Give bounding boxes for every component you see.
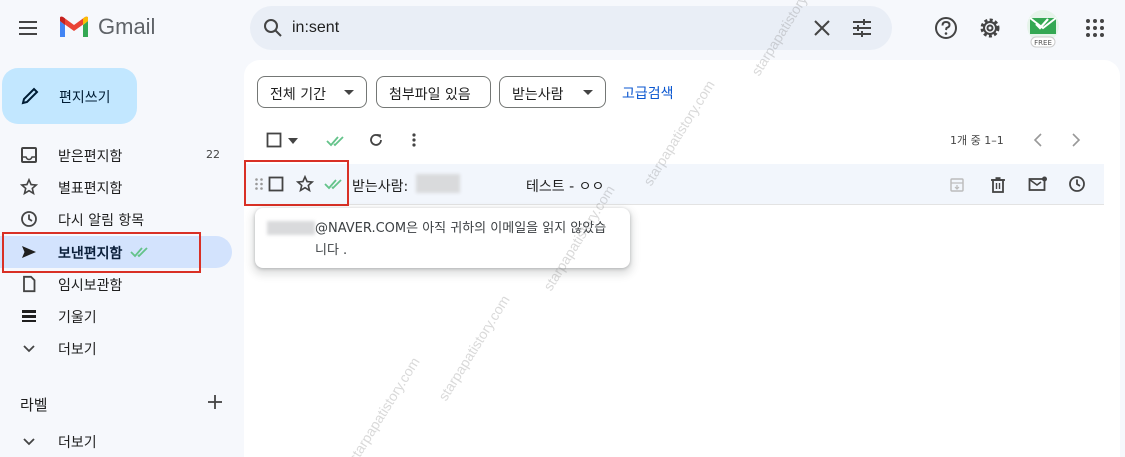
filter-date-chip[interactable]: 전체 기간 xyxy=(257,76,367,108)
sidebar-item-label: 보낸편지함 xyxy=(58,246,123,262)
sidebar-item-label: 받은편지함 xyxy=(58,149,123,165)
main-panel: 전체 기간 첨부파일 있음 받는사람 고급검색 1개 중 1–1 받는사람: 테… xyxy=(244,60,1120,457)
filter-attachment-chip[interactable]: 첨부파일 있음 xyxy=(376,76,491,108)
account-avatar[interactable]: FREE xyxy=(1024,8,1062,48)
row-checkbox[interactable] xyxy=(268,176,284,192)
pagination-text: 1개 중 1–1 xyxy=(950,134,1004,147)
read-status-tooltip: @NAVER.COM은 아직 귀하의 이메일을 읽지 않았습니다 . xyxy=(255,208,630,268)
refresh-icon[interactable] xyxy=(368,132,384,148)
menu-icon xyxy=(19,21,37,35)
mail-subject: 테스트 - ㅇㅇ xyxy=(526,179,605,195)
select-all-checkbox[interactable] xyxy=(266,132,282,148)
inbox-icon xyxy=(21,147,37,163)
labels-heading: 라벨 xyxy=(20,396,48,414)
drag-handle-icon[interactable] xyxy=(254,177,264,191)
compose-label: 편지쓰기 xyxy=(59,90,111,106)
caret-down-icon xyxy=(583,90,593,95)
advanced-search-link[interactable]: 고급검색 xyxy=(622,83,674,103)
apps-button[interactable] xyxy=(1082,15,1108,41)
caret-down-icon xyxy=(344,90,354,95)
compose-button[interactable]: 편지쓰기 xyxy=(2,68,137,124)
avatar-badge: FREE xyxy=(1034,39,1052,47)
prev-page-icon[interactable] xyxy=(1032,132,1044,148)
archive-icon[interactable] xyxy=(950,178,964,192)
redacted-email xyxy=(267,221,315,235)
sidebar-item-slant[interactable]: 기울기 xyxy=(0,300,232,332)
search-icon[interactable] xyxy=(262,17,284,39)
sidebar-item-label: 더보기 xyxy=(58,342,97,358)
search-input[interactable] xyxy=(292,14,792,42)
help-icon xyxy=(935,17,957,39)
chip-label: 받는사람 xyxy=(512,87,564,103)
search-bar xyxy=(250,6,892,50)
app-name: Gmail xyxy=(98,14,156,39)
sidebar-item-drafts[interactable]: 임시보관함 xyxy=(0,268,232,300)
clear-search-icon[interactable] xyxy=(812,18,832,38)
next-page-icon[interactable] xyxy=(1070,132,1082,148)
star-icon[interactable] xyxy=(296,175,314,193)
sidebar-item-label: 다시 알림 항목 xyxy=(58,213,145,229)
sidebar-labels-more[interactable]: 더보기 xyxy=(0,425,232,457)
gmail-m-icon xyxy=(60,16,88,37)
select-dropdown-icon[interactable] xyxy=(288,138,298,144)
read-check-icon xyxy=(130,247,148,258)
sidebar-item-sent[interactable]: 보낸편지함 xyxy=(0,236,232,268)
sidebar-item-label: 별표편지함 xyxy=(58,181,123,197)
read-check-icon[interactable] xyxy=(324,177,346,191)
star-icon xyxy=(20,178,38,196)
chip-label: 첨부파일 있음 xyxy=(389,87,471,103)
main-menu-button[interactable] xyxy=(16,16,42,40)
help-button[interactable] xyxy=(933,15,959,41)
sidebar-item-label: 임시보관함 xyxy=(58,278,123,294)
table-row[interactable]: 받는사람: 테스트 - ㅇㅇ xyxy=(244,164,1104,205)
delete-icon[interactable] xyxy=(990,176,1006,194)
sidebar-item-more[interactable]: 더보기 xyxy=(0,332,232,364)
sidebar-item-inbox[interactable]: 받은편지함 22 xyxy=(0,139,232,171)
sidebar-item-label: 기울기 xyxy=(58,310,97,326)
gear-icon xyxy=(980,18,1000,38)
read-status-message: @NAVER.COM은 아직 귀하의 이메일을 읽지 않았습니다 . xyxy=(315,221,607,258)
mailtrack-icon: FREE xyxy=(1027,10,1059,48)
sidebar-item-label: 더보기 xyxy=(58,435,97,451)
chip-label: 전체 기간 xyxy=(270,87,326,103)
apps-grid-icon xyxy=(1086,19,1104,37)
sidebar-item-starred[interactable]: 별표편지함 xyxy=(0,171,232,203)
more-options-icon[interactable] xyxy=(410,132,418,148)
draft-icon xyxy=(23,275,36,293)
recipient-label: 받는사람: xyxy=(352,179,409,195)
mark-unread-icon[interactable] xyxy=(1028,176,1048,192)
clock-icon xyxy=(21,211,37,227)
unread-count: 22 xyxy=(206,148,220,161)
add-label-icon[interactable] xyxy=(206,393,224,411)
redacted-recipient xyxy=(416,174,460,193)
snooze-icon[interactable] xyxy=(1068,175,1086,193)
search-options-icon[interactable] xyxy=(850,18,874,38)
pencil-icon xyxy=(21,87,39,105)
settings-button[interactable] xyxy=(977,15,1003,41)
filter-recipient-chip[interactable]: 받는사람 xyxy=(499,76,606,108)
gmail-logo[interactable]: Gmail xyxy=(58,14,155,40)
chevron-down-icon xyxy=(23,438,35,446)
sidebar-item-snoozed[interactable]: 다시 알림 항목 xyxy=(0,203,232,235)
send-icon xyxy=(22,246,36,258)
stack-icon xyxy=(22,310,36,322)
read-check-icon[interactable] xyxy=(326,134,348,148)
chevron-down-icon xyxy=(23,345,35,353)
